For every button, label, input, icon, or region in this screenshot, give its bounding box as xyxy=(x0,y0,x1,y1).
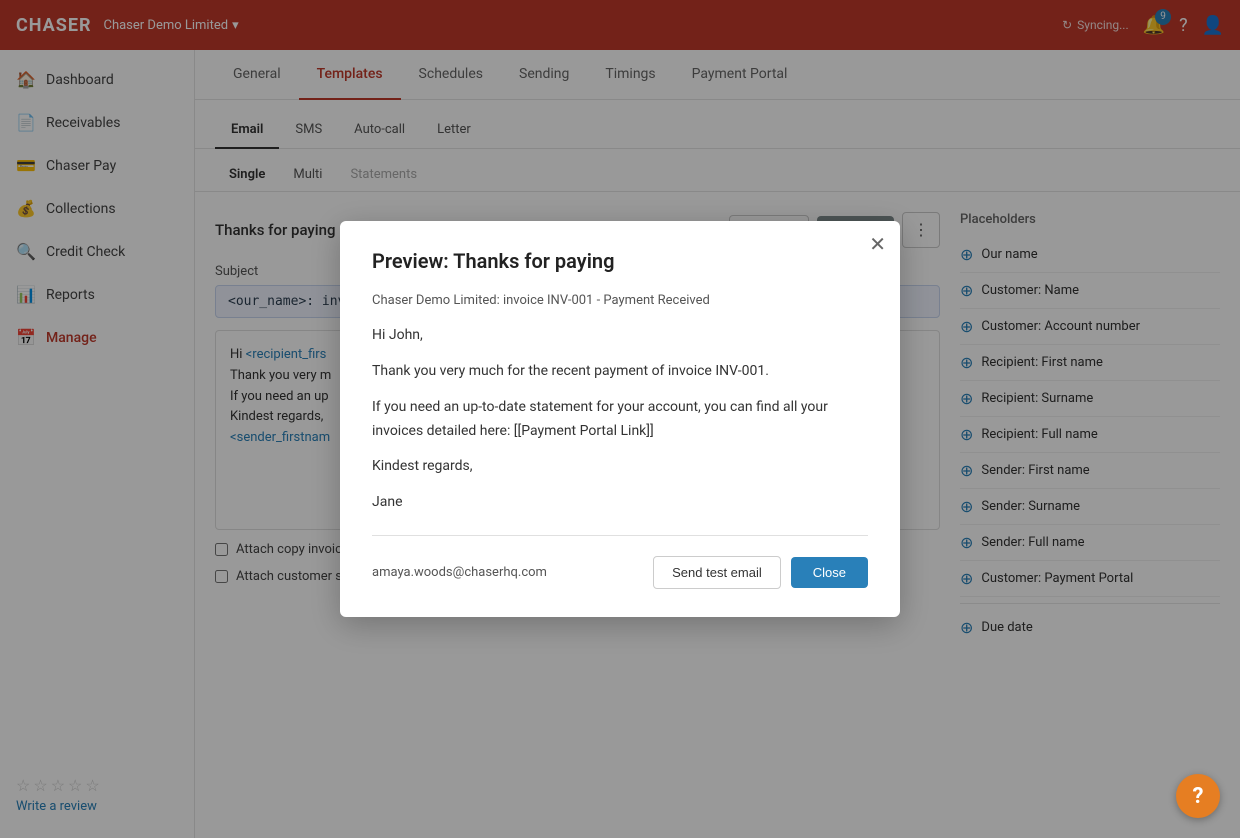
modal-greeting: Hi John, xyxy=(372,324,868,348)
help-fab-button[interactable]: ? xyxy=(1176,774,1220,818)
modal-title: Preview: Thanks for paying xyxy=(372,249,868,273)
modal-footer: amaya.woods@chaserhq.com Send test email… xyxy=(372,556,868,589)
modal-divider xyxy=(372,535,868,536)
modal-sign-off: Kindest regards, xyxy=(372,455,868,479)
modal-overlay[interactable]: ✕ Preview: Thanks for paying Chaser Demo… xyxy=(0,0,1240,838)
modal-body-line2: If you need an up-to-date statement for … xyxy=(372,396,868,444)
modal-close-button[interactable]: ✕ xyxy=(869,235,886,255)
modal-test-email: amaya.woods@chaserhq.com xyxy=(372,565,547,580)
send-test-email-button[interactable]: Send test email xyxy=(653,556,781,589)
modal-sender: Jane xyxy=(372,491,868,515)
modal-subject: Chaser Demo Limited: invoice INV-001 - P… xyxy=(372,293,868,308)
close-modal-button[interactable]: Close xyxy=(791,557,868,588)
modal-body-line1: Thank you very much for the recent payme… xyxy=(372,360,868,384)
modal-body: Hi John, Thank you very much for the rec… xyxy=(372,324,868,515)
preview-modal: ✕ Preview: Thanks for paying Chaser Demo… xyxy=(340,221,900,617)
